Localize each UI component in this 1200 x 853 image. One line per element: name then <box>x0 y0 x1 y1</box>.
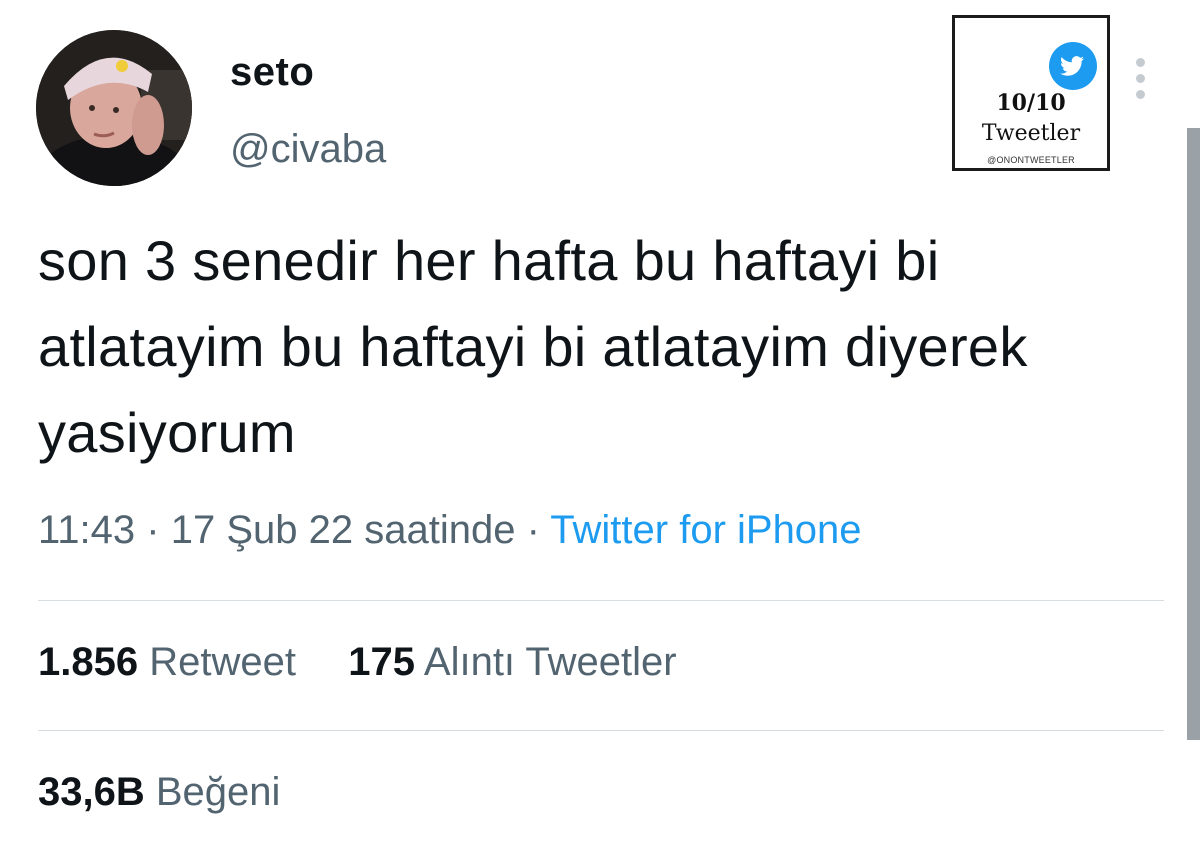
watermark-word: Tweetler <box>981 121 1081 146</box>
more-vertical-icon[interactable] <box>1128 56 1154 100</box>
tweet-text: son 3 senedir her hafta bu haftayi bi at… <box>38 229 1028 464</box>
divider <box>38 730 1164 731</box>
likes-count: 33,6B <box>38 770 145 814</box>
avatar-photo <box>36 30 192 186</box>
tweet-time[interactable]: 11:43 <box>38 508 135 552</box>
likes-stats: 33,6B Beğeni <box>38 770 280 815</box>
retweets-label: Retweet <box>149 640 296 684</box>
quotes-count: 175 <box>348 640 415 684</box>
watermark-score: 10/10 <box>996 90 1066 116</box>
likes-stat[interactable]: 33,6B Beğeni <box>38 770 280 814</box>
author-handle[interactable]: @civaba <box>230 127 386 172</box>
divider <box>38 600 1164 601</box>
meta-separator: · <box>526 508 540 552</box>
retweets-stat[interactable]: 1.856 Retweet <box>38 640 307 684</box>
tweet-date[interactable]: 17 Şub 22 saatinde <box>171 508 516 552</box>
scrollbar[interactable] <box>1187 128 1200 740</box>
quotes-label: Alıntı Tweetler <box>423 640 677 684</box>
author-display-name[interactable]: seto <box>230 50 314 95</box>
watermark-badge: 10/10 Tweetler @ONONTWEETLER <box>952 15 1110 171</box>
watermark-credit: @ONONTWEETLER <box>987 155 1075 165</box>
tweet-source-link[interactable]: Twitter for iPhone <box>550 508 861 552</box>
twitter-bird-icon <box>1049 42 1097 90</box>
meta-separator: · <box>146 508 160 552</box>
engagement-stats: 1.856 Retweet 175 Alıntı Tweetler <box>38 640 677 685</box>
author-avatar[interactable] <box>36 30 192 186</box>
quotes-stat[interactable]: 175 Alıntı Tweetler <box>348 640 676 684</box>
likes-label: Beğeni <box>155 770 281 814</box>
retweets-count: 1.856 <box>38 640 139 684</box>
tweet-meta: 11:43 · 17 Şub 22 saatinde · Twitter for… <box>38 508 862 553</box>
